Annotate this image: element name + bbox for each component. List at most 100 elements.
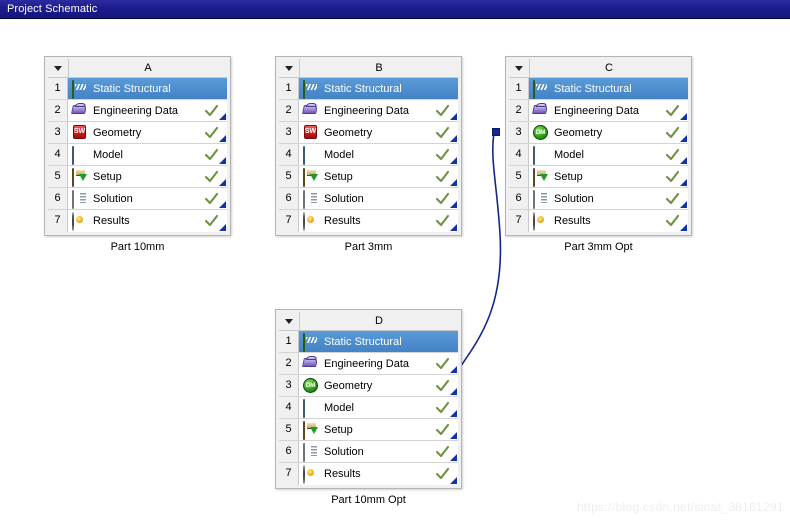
cell-b2-engineering-data[interactable]: 2 Engineering Data [279,100,458,122]
resize-handle-icon[interactable] [219,179,226,186]
cell-c6-solution[interactable]: 6 Solution [509,188,688,210]
resize-handle-icon[interactable] [680,224,687,231]
cell-label: Setup [554,170,583,183]
chevron-down-icon [515,65,523,71]
resize-handle-icon[interactable] [219,113,226,120]
cell-d7-results[interactable]: 7 Results [279,463,458,485]
cell-label: Solution [93,192,133,205]
results-icon [72,212,88,231]
cell-label: Model [93,148,123,161]
system-dropdown-a[interactable] [48,59,69,77]
status-check-icon [204,169,219,185]
resize-handle-icon[interactable] [450,157,457,164]
cell-b5-setup[interactable]: 5 Setup [279,166,458,188]
system-dropdown-c[interactable] [509,59,530,77]
cell-a1-static-structural[interactable]: 1 Static Structural [48,78,227,100]
resize-handle-icon[interactable] [680,201,687,208]
resize-handle-icon[interactable] [219,224,226,231]
cell-a6-solution[interactable]: 6 Solution [48,188,227,210]
cell-c5-setup[interactable]: 5 Setup [509,166,688,188]
cell-label: Solution [324,192,364,205]
system-header-d[interactable]: D [279,312,458,331]
solution-icon [303,189,319,209]
cell-a5-setup[interactable]: 5 Setup [48,166,227,188]
connection-endpoint-marker[interactable] [492,128,500,136]
cell-a4-model[interactable]: 4 Model [48,144,227,166]
system-header-c[interactable]: C [509,59,688,78]
system-letter-d: D [375,315,383,327]
resize-handle-icon[interactable] [680,157,687,164]
status-check-icon [435,213,450,229]
project-schematic-canvas[interactable]: A 1 Static Structural 2 Engineering Data [0,19,790,520]
cell-a7-results[interactable]: 7 Results [48,210,227,232]
cell-b7-results[interactable]: 7 Results [279,210,458,232]
system-block-c[interactable]: C 1 Static Structural 2 Engineering Data [505,56,692,236]
status-check-icon [665,169,680,185]
watermark-text: https://blog.csdn.net/sinat_38161291 [577,500,784,514]
status-check-icon [435,466,450,482]
setup-icon [72,167,88,187]
row-number: 3 [509,122,529,143]
cell-a3-geometry[interactable]: 3 SW Geometry [48,122,227,144]
resize-handle-icon[interactable] [680,179,687,186]
resize-handle-icon[interactable] [219,157,226,164]
resize-handle-icon[interactable] [450,432,457,439]
resize-handle-icon[interactable] [680,113,687,120]
cell-label: Geometry [93,126,142,139]
system-block-b[interactable]: B 1 Static Structural 2 Engineering Data [275,56,462,236]
resize-handle-icon[interactable] [450,366,457,373]
cell-label: Static Structural [324,335,402,348]
cell-d2-engineering-data[interactable]: 2 Engineering Data [279,353,458,375]
cell-a2-engineering-data[interactable]: 2 Engineering Data [48,100,227,122]
system-header-b[interactable]: B [279,59,458,78]
cell-d1-static-structural[interactable]: 1 Static Structural [279,331,458,353]
cell-d3-geometry[interactable]: 3 DM Geometry [279,375,458,397]
resize-handle-icon[interactable] [680,135,687,142]
cell-c3-geometry[interactable]: 3 DM Geometry [509,122,688,144]
cell-label: Engineering Data [324,104,410,117]
resize-handle-icon[interactable] [450,179,457,186]
cell-label: Model [324,401,354,414]
cell-c2-engineering-data[interactable]: 2 Engineering Data [509,100,688,122]
system-rows-b: 1 Static Structural 2 Engineering Data 3… [279,78,458,232]
system-block-a[interactable]: A 1 Static Structural 2 Engineering Data [44,56,231,236]
system-dropdown-b[interactable] [279,59,300,77]
resize-handle-icon[interactable] [450,113,457,120]
resize-handle-icon[interactable] [450,135,457,142]
row-number: 7 [279,210,299,232]
resize-handle-icon[interactable] [450,477,457,484]
row-number: 5 [279,419,299,440]
status-check-icon [665,147,680,163]
cell-d4-model[interactable]: 4 Model [279,397,458,419]
engineering-data-icon [533,103,549,119]
system-caption-c: Part 3mm Opt [564,241,633,253]
cell-b3-geometry[interactable]: 3 SW Geometry [279,122,458,144]
engineering-data-icon [303,103,319,119]
resize-handle-icon[interactable] [450,454,457,461]
cell-c1-static-structural[interactable]: 1 Static Structural [509,78,688,100]
resize-handle-icon[interactable] [219,201,226,208]
cell-b4-model[interactable]: 4 Model [279,144,458,166]
system-block-d[interactable]: D 1 Static Structural 2 Engineering Data [275,309,462,489]
cell-d6-solution[interactable]: 6 Solution [279,441,458,463]
cell-b1-static-structural[interactable]: 1 Static Structural [279,78,458,100]
system-dropdown-d[interactable] [279,312,300,330]
system-header-a[interactable]: A [48,59,227,78]
cell-c7-results[interactable]: 7 Results [509,210,688,232]
geometry-solidworks-icon: SW [304,127,317,135]
resize-handle-icon[interactable] [450,410,457,417]
cell-label: Model [324,148,354,161]
cell-d5-setup[interactable]: 5 Setup [279,419,458,441]
resize-handle-icon[interactable] [450,224,457,231]
resize-handle-icon[interactable] [219,135,226,142]
resize-handle-icon[interactable] [450,201,457,208]
window-title-bar: Project Schematic [0,0,790,19]
resize-handle-icon[interactable] [450,388,457,395]
cell-b6-solution[interactable]: 6 Solution [279,188,458,210]
cell-c4-model[interactable]: 4 Model [509,144,688,166]
cell-label: Solution [554,192,594,205]
engineering-data-icon [303,356,319,372]
row-number: 1 [509,78,529,99]
cell-label: Static Structural [93,82,171,95]
cell-label: Geometry [324,379,373,392]
